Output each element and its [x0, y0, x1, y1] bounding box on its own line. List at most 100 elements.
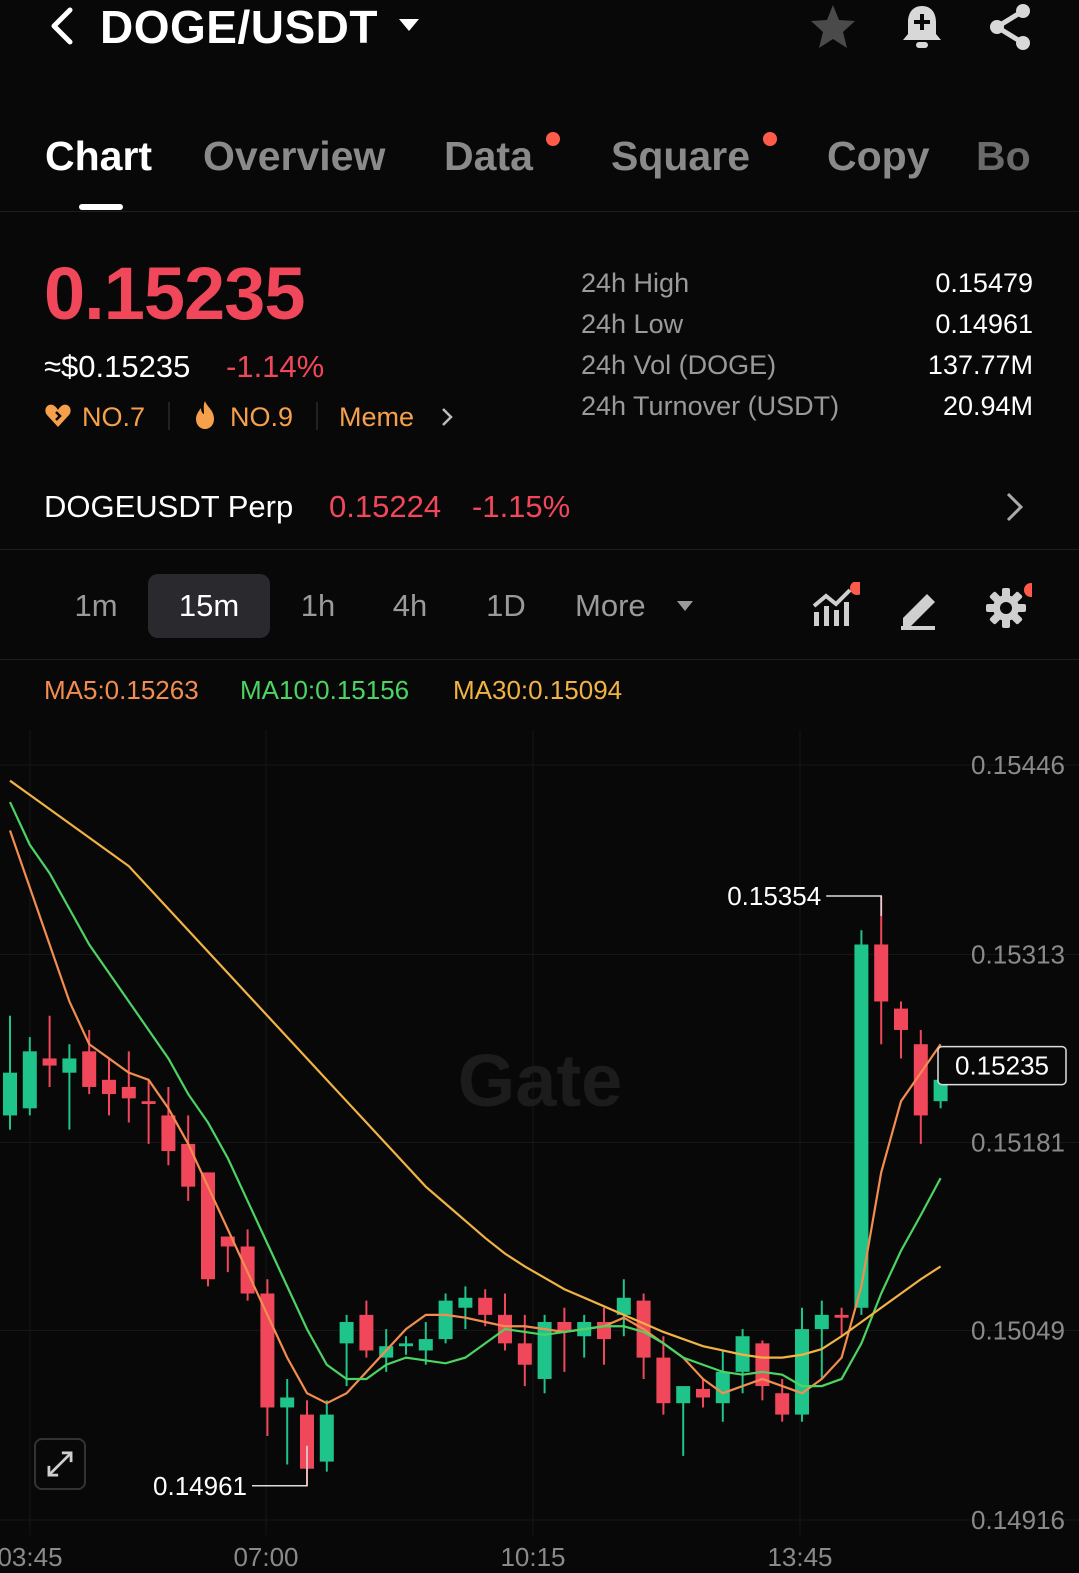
change-percent: -1.14% [226, 349, 325, 384]
indicators-icon[interactable] [810, 582, 860, 632]
candle-body [42, 1058, 57, 1066]
stat-value: 0.14961 [935, 309, 1033, 339]
candle-body [894, 1008, 908, 1030]
candle-body [795, 1329, 809, 1415]
dropdown-caret-icon[interactable] [676, 600, 694, 612]
y-tick-label: 0.15313 [971, 939, 1065, 969]
star-icon[interactable] [808, 2, 858, 52]
notification-dot [763, 132, 777, 146]
interval-4h[interactable]: 4h [376, 574, 444, 638]
last-price: 0.15235 [44, 252, 305, 335]
back-icon[interactable] [44, 6, 78, 46]
candle-body [715, 1371, 730, 1404]
x-tick-label: 07:00 [233, 1542, 298, 1572]
x-tick-label: 03:45 [0, 1542, 63, 1572]
bell-plus-icon[interactable] [897, 2, 947, 52]
candle-body [438, 1300, 453, 1340]
x-tick-label: 10:15 [500, 1542, 565, 1572]
tab-square[interactable]: Square [611, 132, 750, 180]
low-annotation: 0.14961 [153, 1471, 247, 1501]
tab-data[interactable]: Data [444, 132, 533, 180]
candle-body [102, 1079, 116, 1095]
candle-body [814, 1314, 829, 1330]
candle-body [834, 1314, 849, 1318]
perp-link-row[interactable]: DOGEUSDT Perp 0.15224 -1.15% [0, 470, 1079, 550]
y-tick-label: 0.14916 [971, 1505, 1065, 1535]
heart-icon [45, 404, 71, 427]
usd-price: ≈$0.15235 [44, 349, 191, 384]
candle-body [280, 1397, 295, 1408]
y-tick-label: 0.15446 [971, 750, 1065, 780]
high-annotation: 0.15354 [727, 881, 821, 911]
candle-body [656, 1357, 671, 1404]
y-tick-label: 0.15181 [971, 1128, 1065, 1158]
candle-body [874, 944, 889, 1002]
chevron-right-icon [1006, 492, 1024, 522]
pair-title[interactable]: DOGE/USDT [100, 0, 378, 54]
stat-label: 24h Turnover (USDT) [581, 391, 840, 421]
candle-body [339, 1321, 354, 1344]
candle-body [399, 1343, 413, 1347]
share-icon[interactable] [986, 2, 1036, 52]
stat-label: 24h Low [581, 309, 684, 339]
perp-price: 0.15224 [329, 489, 442, 524]
category-tag[interactable]: Meme [339, 400, 414, 434]
candle-body [161, 1115, 176, 1152]
notification-dot [546, 132, 560, 146]
candle-body [359, 1314, 374, 1351]
y-tick-label: 0.15049 [971, 1316, 1065, 1346]
candles [3, 896, 948, 1486]
candle-body [121, 1086, 136, 1099]
tab-bots[interactable]: Bo [976, 132, 1036, 180]
high-marker-line [826, 895, 882, 917]
candle-body [418, 1339, 433, 1351]
interval-bar: 1m 15m 1h 4h 1D More [0, 560, 1079, 660]
candle-body [260, 1293, 275, 1408]
stat-value: 137.77M [927, 350, 1033, 380]
stat-value: 20.94M [942, 391, 1033, 421]
x-tick-label: 13:45 [767, 1542, 832, 1572]
candlestick-chart[interactable]: Gate 0.15354 0.14961 0.15235 0.15446 0.1531… [0, 660, 1079, 1573]
dropdown-caret-icon[interactable] [398, 18, 420, 32]
interval-1m[interactable]: 1m [56, 574, 136, 638]
watermark: Gate [458, 1039, 623, 1122]
interval-more[interactable]: More [575, 574, 669, 638]
fullscreen-button[interactable] [34, 1438, 86, 1490]
divider [316, 402, 318, 430]
candle-body [676, 1386, 691, 1404]
candle-body [181, 1143, 196, 1187]
tab-bar: Chart Overview Data Square Copy Bo [0, 118, 1079, 212]
candle-body [775, 1393, 790, 1415]
candle-body [458, 1297, 473, 1308]
expand-icon [47, 1451, 73, 1477]
rank-tag[interactable]: NO.7 [82, 400, 145, 434]
annotations: 0.15354 0.14961 0.15235 [153, 881, 1067, 1501]
low-marker-line [252, 1445, 308, 1487]
stat-label: 24h High [581, 268, 690, 298]
candle-body [478, 1297, 493, 1315]
settings-gear-icon[interactable] [982, 582, 1032, 632]
chevron-right-icon[interactable] [440, 406, 454, 428]
draw-pen-icon[interactable] [895, 582, 945, 632]
candle-body [517, 1343, 532, 1365]
candle-body [696, 1388, 710, 1398]
tab-overview[interactable]: Overview [203, 132, 385, 180]
flame-icon [196, 401, 214, 429]
stat-value: 0.15479 [935, 268, 1033, 298]
perp-change: -1.15% [472, 489, 571, 524]
interval-15m[interactable]: 15m [148, 574, 270, 638]
stat-label: 24h Vol (DOGE) [581, 350, 777, 380]
tab-copy[interactable]: Copy [827, 132, 930, 180]
hot-rank-tag[interactable]: NO.9 [230, 400, 293, 434]
interval-1h[interactable]: 1h [284, 574, 352, 638]
divider [168, 402, 170, 430]
candle-body [22, 1051, 37, 1109]
perp-name: DOGEUSDT Perp [44, 489, 294, 524]
candle-body [319, 1414, 334, 1462]
interval-1d[interactable]: 1D [470, 574, 542, 638]
header: DOGE/USDT [0, 0, 1079, 60]
candle-body [3, 1072, 17, 1116]
candle-body [141, 1101, 156, 1105]
candle-body [62, 1058, 77, 1073]
tab-chart[interactable]: Chart [45, 132, 152, 180]
